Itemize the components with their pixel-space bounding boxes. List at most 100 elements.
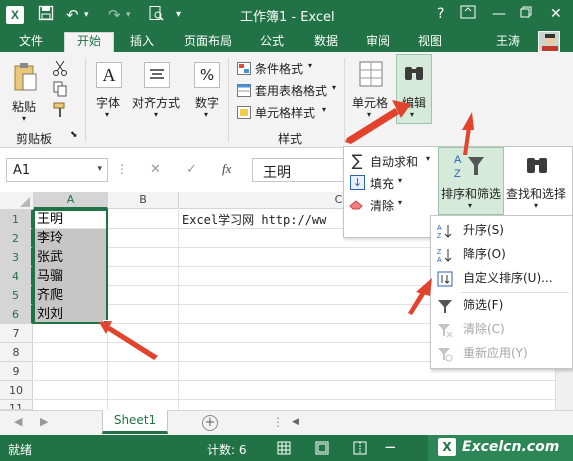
cut-icon[interactable]	[52, 60, 68, 76]
tab-splitter-icon[interactable]: ⋮	[272, 415, 284, 429]
cells-icon[interactable]	[358, 60, 384, 88]
font-icon[interactable]: A	[96, 62, 122, 88]
row-header[interactable]: 4	[0, 267, 33, 286]
page-break-view-icon[interactable]	[352, 440, 368, 456]
row-header[interactable]: 7	[0, 324, 33, 343]
autosum-dropdown-icon[interactable]: ▾	[426, 154, 430, 163]
number-button[interactable]: 数字	[195, 94, 219, 111]
format-painter-icon[interactable]	[52, 102, 68, 118]
sheet-prev-icon[interactable]: ◀	[14, 415, 22, 428]
column-header-a[interactable]: A	[34, 192, 108, 209]
cell-a3[interactable]: 张武	[34, 248, 107, 267]
cell-a6[interactable]: 刘刘	[34, 305, 107, 324]
ribbon-display-options-icon[interactable]	[460, 5, 476, 24]
undo-dropdown-icon[interactable]: ▾	[84, 5, 89, 25]
autosum-button[interactable]: 自动求和	[370, 153, 418, 170]
cell-c1[interactable]: Excel学习网 http://ww	[182, 211, 326, 229]
sheet-tab-sheet1[interactable]: Sheet1	[102, 410, 168, 434]
column-header-b[interactable]: B	[108, 192, 179, 209]
restore-icon[interactable]	[520, 5, 532, 23]
cell-style-button[interactable]: 单元格样式	[255, 104, 315, 121]
menu-item-filter[interactable]: 筛选(F)	[431, 294, 572, 317]
enter-icon[interactable]: ✓	[186, 162, 197, 177]
menu-item-custom-sort[interactable]: 自定义排序(U)...	[431, 267, 572, 290]
row-header[interactable]: 9	[0, 362, 33, 381]
menu-item-clear[interactable]: 清除(C)	[431, 318, 572, 341]
clipboard-launcher-icon[interactable]: ⬊	[70, 130, 78, 140]
cell-a5[interactable]: 齐爬	[34, 286, 107, 305]
table-format-dropdown-icon[interactable]: ▾	[332, 83, 336, 92]
cell-a1[interactable]: 王明	[34, 210, 107, 229]
font-dropdown-icon[interactable]: ▾	[105, 110, 109, 119]
tab-home[interactable]: 开始	[64, 32, 114, 53]
undo-icon[interactable]: ↶	[66, 5, 79, 25]
number-format-icon[interactable]: %	[194, 62, 220, 88]
zoom-out-icon[interactable]: −	[384, 438, 397, 456]
add-sheet-icon[interactable]: +	[202, 415, 218, 431]
select-all-corner[interactable]	[0, 192, 34, 210]
fill-button[interactable]: 填充	[370, 175, 394, 192]
scroll-left-icon[interactable]: ◀	[292, 417, 299, 427]
redo-icon[interactable]: ↷	[108, 5, 121, 25]
cancel-icon[interactable]: ✕	[150, 162, 161, 177]
help-button[interactable]: ?	[437, 5, 444, 23]
clear-button[interactable]: 清除	[370, 197, 394, 214]
tab-formulas[interactable]: 公式	[252, 33, 292, 52]
redo-dropdown-icon[interactable]: ▾	[126, 5, 131, 25]
conditional-format-button[interactable]: 条件格式	[255, 60, 303, 77]
name-box-dropdown-icon[interactable]: ▾	[97, 164, 102, 174]
alignment-dropdown-icon[interactable]: ▾	[154, 110, 158, 119]
menu-item-reapply[interactable]: 重新应用(Y)	[431, 342, 572, 365]
close-icon[interactable]: ✕	[550, 5, 562, 23]
quick-access-customize-icon[interactable]: ▾	[176, 5, 181, 25]
tab-view[interactable]: 视图	[410, 33, 450, 52]
eraser-icon	[349, 199, 365, 211]
table-format-button[interactable]: 套用表格格式	[255, 82, 327, 99]
align-icon[interactable]	[144, 62, 170, 88]
menu-item-sort-ascending[interactable]: AZ 升序(S)	[431, 219, 572, 242]
alignment-button[interactable]: 对齐方式	[132, 94, 180, 111]
row-header[interactable]: 10	[0, 381, 33, 400]
avatar[interactable]	[538, 31, 560, 52]
save-icon[interactable]	[38, 5, 54, 26]
cell-style-dropdown-icon[interactable]: ▾	[322, 105, 326, 114]
row-header[interactable]: 3	[0, 248, 33, 267]
row-header[interactable]: 1	[0, 210, 33, 229]
formula-bar-splitter-icon[interactable]: ⋮	[116, 162, 128, 176]
cells-button[interactable]: 单元格	[352, 94, 388, 111]
fill-dropdown-icon[interactable]: ▾	[398, 176, 402, 185]
find-select-dropdown-icon[interactable]: ▾	[534, 201, 538, 210]
insert-function-icon[interactable]: fx	[222, 161, 231, 177]
row-header[interactable]: 8	[0, 343, 33, 362]
minimize-icon[interactable]: —	[492, 5, 506, 23]
cell-a2[interactable]: 李玲	[34, 229, 107, 248]
tab-review[interactable]: 审阅	[358, 33, 398, 52]
row-header[interactable]: 11	[0, 400, 33, 410]
copy-icon[interactable]	[52, 81, 68, 97]
clear-dropdown-icon[interactable]: ▾	[398, 198, 402, 207]
name-box[interactable]: A1 ▾	[6, 158, 108, 182]
print-preview-icon[interactable]	[148, 5, 164, 26]
cell-a4[interactable]: 马骝	[34, 267, 107, 286]
paste-dropdown-icon[interactable]: ▾	[22, 114, 26, 123]
font-button[interactable]: 字体	[96, 94, 120, 111]
row-header[interactable]: 2	[0, 229, 33, 248]
normal-view-icon[interactable]	[276, 440, 292, 456]
tab-insert[interactable]: 插入	[120, 33, 164, 52]
number-dropdown-icon[interactable]: ▾	[204, 110, 208, 119]
tab-file[interactable]: 文件	[6, 33, 56, 52]
page-layout-view-icon[interactable]	[314, 440, 330, 456]
paste-button[interactable]: 粘贴	[12, 98, 36, 115]
user-name[interactable]: 王涛	[490, 33, 526, 52]
paste-icon[interactable]	[12, 62, 40, 94]
formula-input[interactable]: 王明	[252, 158, 347, 182]
tab-data[interactable]: 数据	[306, 33, 346, 52]
cells-dropdown-icon[interactable]: ▾	[367, 110, 371, 119]
find-select-button[interactable]: 查找和选择	[506, 185, 566, 202]
row-header[interactable]: 5	[0, 286, 33, 305]
tab-page-layout[interactable]: 页面布局	[176, 33, 240, 52]
row-header[interactable]: 6	[0, 305, 33, 324]
sheet-next-icon[interactable]: ▶	[40, 415, 48, 428]
conditional-format-dropdown-icon[interactable]: ▾	[308, 61, 312, 70]
menu-item-sort-descending[interactable]: ZA 降序(O)	[431, 243, 572, 266]
